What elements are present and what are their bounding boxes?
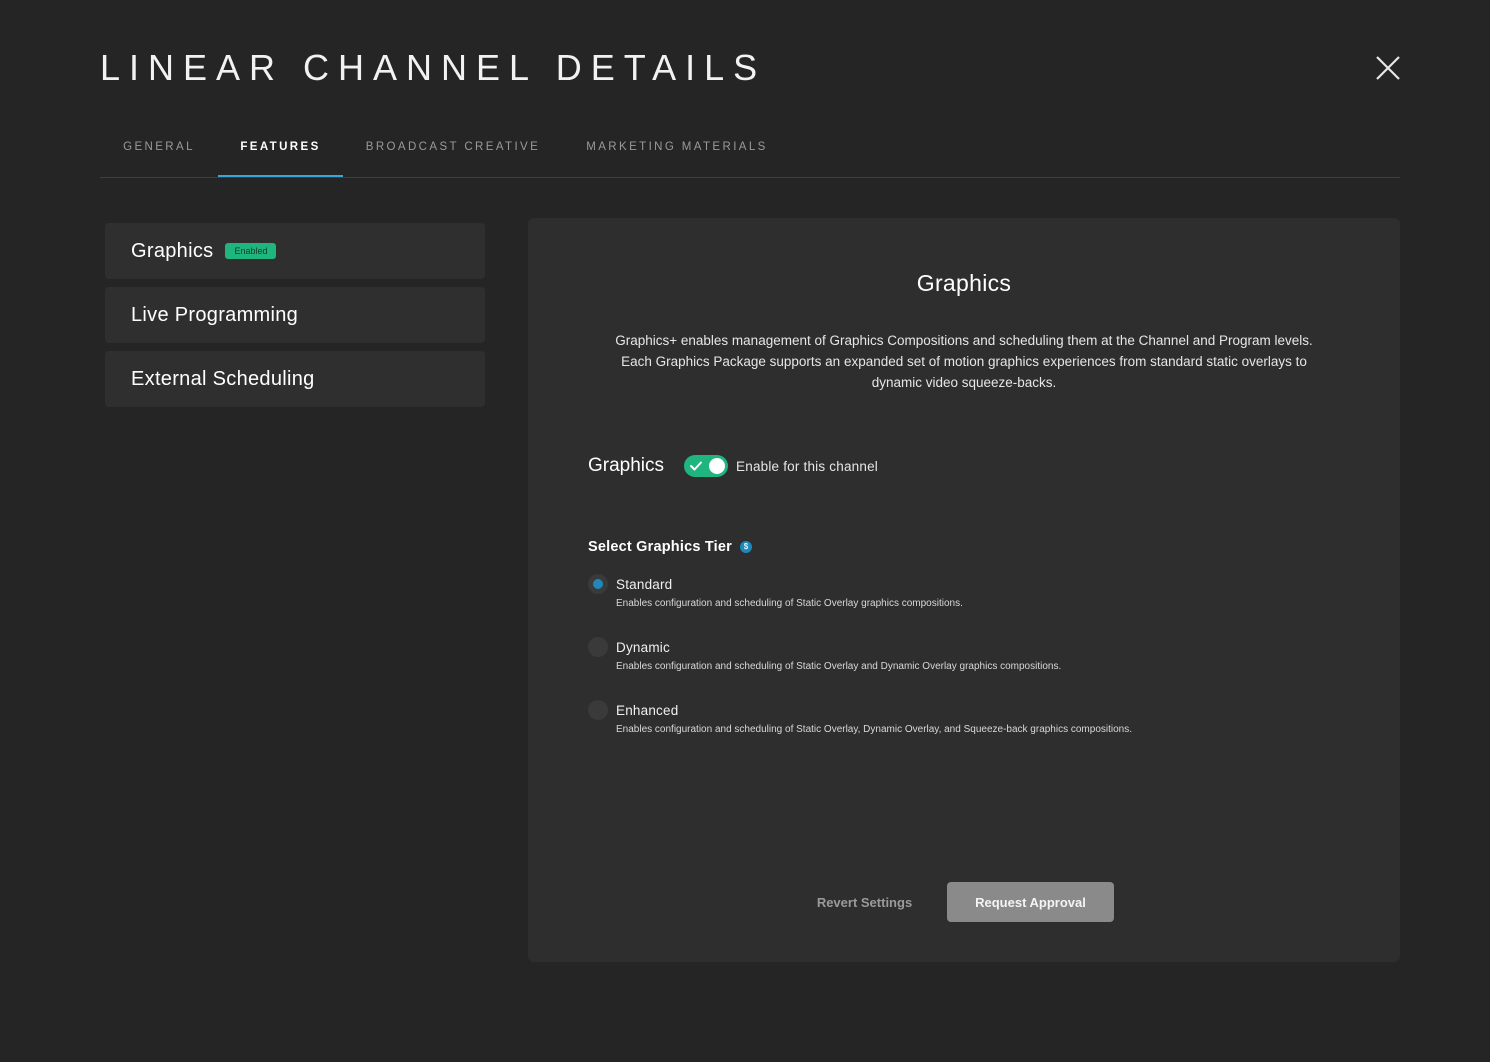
option-label: Standard <box>616 576 673 592</box>
feature-item-label: External Scheduling <box>131 367 315 390</box>
radio-dynamic[interactable] <box>588 637 608 657</box>
option-description: Enables configuration and scheduling of … <box>616 661 1062 672</box>
toggle-label: Enable for this channel <box>736 458 878 474</box>
tier-option-row[interactable]: Enhanced <box>588 700 1368 720</box>
radio-standard[interactable] <box>588 574 608 594</box>
tab-bar: GENERAL FEATURES BROADCAST CREATIVE MARK… <box>100 120 1400 178</box>
tab-general[interactable]: GENERAL <box>100 120 218 176</box>
close-icon <box>1376 56 1400 80</box>
tab-features[interactable]: FEATURES <box>218 120 343 177</box>
revert-settings-button[interactable]: Revert Settings <box>798 882 931 922</box>
option-label: Dynamic <box>616 639 670 655</box>
request-approval-button[interactable]: Request Approval <box>947 882 1114 922</box>
tier-heading: Select Graphics Tier $ <box>588 539 752 555</box>
feature-item-label: Live Programming <box>131 303 299 326</box>
feature-list: Graphics Enabled Live Programming Extern… <box>105 223 485 415</box>
panel-description: Graphics+ enables management of Graphics… <box>615 333 1313 390</box>
feature-detail-panel: Graphics Graphics+ enables management of… <box>528 218 1400 962</box>
radio-enhanced[interactable] <box>588 700 608 720</box>
tier-option-row[interactable]: Dynamic <box>588 637 1368 657</box>
tier-option-enhanced: Enhanced Enables configuration and sched… <box>588 700 1368 735</box>
tier-option-row[interactable]: Standard <box>588 574 1368 594</box>
option-label: Enhanced <box>616 702 679 718</box>
option-description: Enables configuration and scheduling of … <box>616 598 963 609</box>
close-button[interactable] <box>1370 50 1406 86</box>
tier-heading-text: Select Graphics Tier <box>588 539 732 555</box>
enabled-badge: Enabled <box>225 243 277 259</box>
linear-channel-details-page: LINEAR CHANNEL DETAILS GENERAL FEATURES … <box>0 0 1490 1062</box>
graphics-enable-row: Graphics Enable for this channel <box>588 452 878 480</box>
pricing-info-icon[interactable]: $ <box>739 541 752 553</box>
tier-option-standard: Standard Enables configuration and sched… <box>588 574 1368 609</box>
tab-broadcast-creative[interactable]: BROADCAST CREATIVE <box>343 120 563 176</box>
panel-title: Graphics <box>916 270 1012 296</box>
tab-marketing-materials[interactable]: MARKETING MATERIALS <box>563 120 791 176</box>
option-description: Enables configuration and scheduling of … <box>616 724 1133 735</box>
feature-item-graphics[interactable]: Graphics Enabled <box>105 223 485 279</box>
page-title: LINEAR CHANNEL DETAILS <box>100 47 767 88</box>
feature-item-live-programming[interactable]: Live Programming <box>105 287 485 343</box>
toggle-knob <box>709 458 726 474</box>
feature-item-external-scheduling[interactable]: External Scheduling <box>105 351 485 407</box>
enable-toggle[interactable] <box>684 455 729 477</box>
tier-option-dynamic: Dynamic Enables configuration and schedu… <box>588 637 1368 672</box>
feature-item-label: Graphics <box>131 239 214 262</box>
feature-label: Graphics <box>588 455 665 476</box>
check-icon <box>690 461 703 471</box>
